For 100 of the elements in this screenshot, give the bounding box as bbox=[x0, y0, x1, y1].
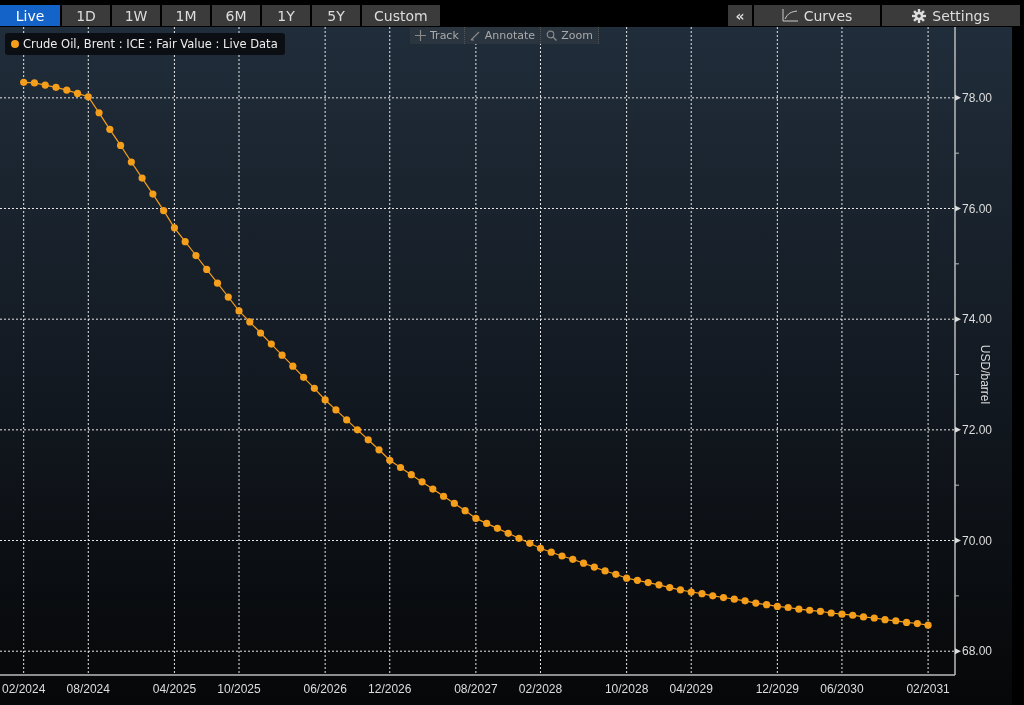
data-point bbox=[838, 610, 846, 618]
axis-label: 70.00 bbox=[962, 533, 993, 548]
data-point bbox=[547, 548, 555, 556]
data-point bbox=[870, 614, 878, 622]
data-point bbox=[741, 597, 749, 605]
range-tab[interactable]: 1M bbox=[162, 5, 210, 26]
settings-icon bbox=[912, 8, 927, 23]
data-point bbox=[483, 519, 491, 527]
collapse-button[interactable]: « bbox=[728, 5, 752, 26]
data-point bbox=[784, 603, 792, 612]
data-point bbox=[256, 329, 265, 337]
data-point bbox=[461, 507, 469, 515]
data-point bbox=[267, 340, 275, 348]
data-point bbox=[278, 351, 286, 359]
axis-label: 10/2025 bbox=[217, 682, 261, 696]
crosshair-icon bbox=[415, 30, 426, 41]
data-point bbox=[20, 78, 28, 86]
data-point bbox=[859, 613, 868, 621]
data-point bbox=[429, 485, 437, 493]
data-point bbox=[30, 79, 39, 87]
data-point bbox=[730, 595, 738, 603]
data-point bbox=[924, 621, 932, 629]
data-point bbox=[827, 609, 835, 617]
data-point bbox=[612, 570, 620, 578]
axis-label: 06/2026 bbox=[303, 682, 347, 696]
data-point bbox=[752, 599, 760, 607]
data-point bbox=[816, 607, 824, 615]
data-point bbox=[95, 109, 103, 117]
data-point bbox=[396, 463, 405, 472]
data-point bbox=[407, 471, 415, 479]
range-tab[interactable]: 1D bbox=[62, 5, 110, 26]
axis-label: 76.00 bbox=[962, 201, 993, 216]
data-point bbox=[709, 592, 717, 600]
axis-label: 04/2025 bbox=[152, 682, 197, 696]
axis-label: 10/2028 bbox=[604, 682, 649, 696]
data-point bbox=[849, 611, 857, 619]
data-point bbox=[440, 492, 448, 500]
axis-label: 02/2031 bbox=[906, 682, 950, 696]
curves-button[interactable]: Curves bbox=[754, 5, 880, 26]
data-point bbox=[504, 529, 512, 537]
range-tab[interactable]: Custom bbox=[362, 5, 440, 26]
data-point bbox=[117, 141, 125, 149]
data-point bbox=[623, 574, 631, 582]
data-point bbox=[881, 616, 889, 624]
data-point bbox=[127, 158, 135, 166]
chart-tool-button[interactable]: Track bbox=[410, 27, 465, 44]
chart-tool-button[interactable]: Annotate bbox=[464, 27, 542, 44]
settings-button[interactable]: Settings bbox=[882, 5, 1020, 26]
data-point bbox=[170, 224, 178, 232]
pencil-icon bbox=[469, 30, 481, 41]
data-point bbox=[386, 456, 394, 464]
data-point bbox=[644, 579, 652, 587]
search-icon bbox=[546, 30, 558, 41]
axis-label: 04/2029 bbox=[669, 682, 713, 696]
data-point bbox=[633, 576, 641, 584]
axis-label: 12/2026 bbox=[368, 682, 412, 696]
axis-label: 02/2028 bbox=[518, 682, 563, 696]
data-point bbox=[666, 583, 674, 592]
data-point bbox=[310, 384, 318, 392]
data-point bbox=[203, 265, 211, 273]
data-point bbox=[687, 588, 695, 596]
data-point bbox=[698, 590, 706, 598]
axis-title: USD/barrel bbox=[978, 344, 992, 405]
range-tab[interactable]: 1W bbox=[112, 5, 160, 26]
axis-label: 02/2024 bbox=[2, 682, 46, 696]
chart-tool-button[interactable]: Zoom bbox=[541, 27, 599, 44]
data-point bbox=[526, 539, 534, 547]
data-point bbox=[63, 86, 71, 94]
data-point bbox=[719, 593, 728, 602]
data-point bbox=[536, 544, 545, 552]
data-point bbox=[84, 93, 92, 101]
data-point bbox=[106, 125, 114, 133]
data-point bbox=[353, 426, 362, 434]
range-tab[interactable]: Live bbox=[0, 5, 60, 26]
data-point bbox=[590, 563, 598, 571]
data-point bbox=[676, 586, 685, 594]
data-point bbox=[902, 618, 911, 627]
data-point bbox=[332, 406, 340, 414]
data-point bbox=[181, 238, 189, 246]
axis-label: 06/2030 bbox=[820, 682, 864, 696]
data-point bbox=[149, 190, 157, 198]
data-point bbox=[235, 307, 243, 315]
data-point bbox=[558, 552, 566, 560]
data-point bbox=[289, 362, 297, 370]
data-point bbox=[52, 83, 60, 91]
data-point bbox=[569, 555, 577, 563]
axis-label: 08/2027 bbox=[454, 682, 498, 696]
data-point bbox=[213, 279, 222, 287]
data-point bbox=[224, 293, 232, 301]
range-tab[interactable]: 1Y bbox=[262, 5, 310, 26]
data-point bbox=[450, 499, 458, 508]
data-point bbox=[343, 416, 351, 424]
data-point bbox=[579, 559, 588, 567]
axis-label: 72.00 bbox=[962, 422, 993, 437]
axis-label: 78.00 bbox=[962, 90, 993, 105]
data-point bbox=[300, 373, 308, 381]
data-point bbox=[418, 478, 426, 486]
curve-chart-icon bbox=[781, 9, 798, 22]
range-tab[interactable]: 5Y bbox=[312, 5, 360, 26]
range-tab[interactable]: 6M bbox=[212, 5, 260, 26]
